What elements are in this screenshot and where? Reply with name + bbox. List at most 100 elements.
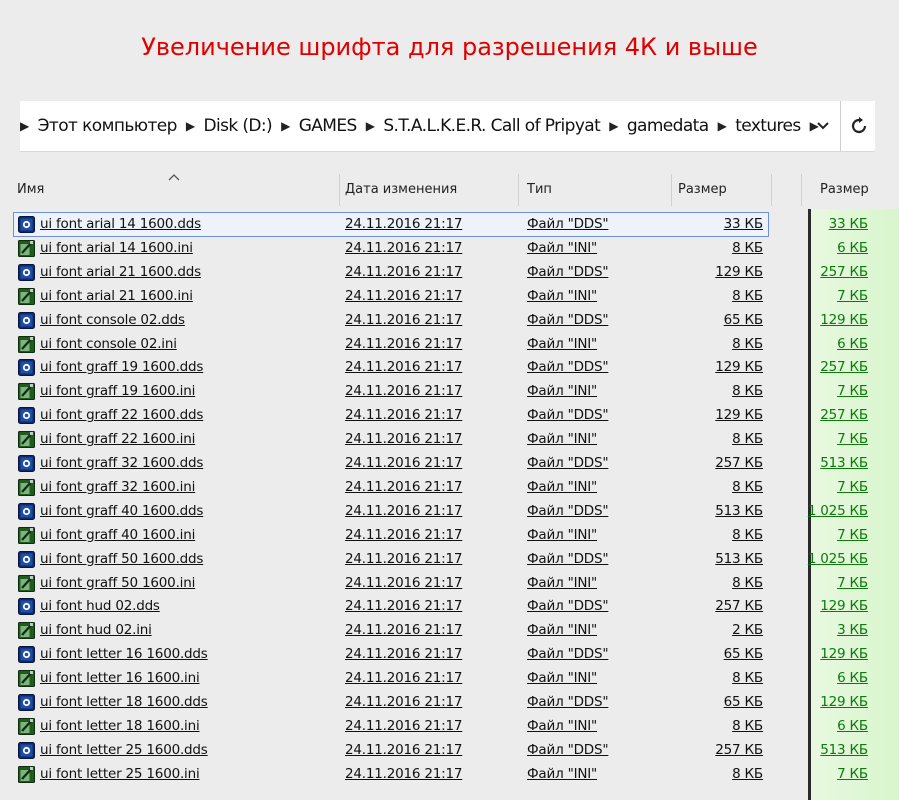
column-header-name[interactable]: Имя bbox=[17, 182, 44, 197]
chevron-down-icon[interactable] bbox=[813, 115, 833, 137]
breadcrumb-item[interactable]: gamedata bbox=[627, 116, 709, 136]
file-size-new: 33 КБ bbox=[828, 216, 869, 232]
file-size: 129 КБ bbox=[715, 359, 763, 376]
file-date: 24.11.2016 21:17 bbox=[345, 694, 463, 710]
file-row[interactable]: ui font graff 22 1600.ini 24.11.2016 21:1… bbox=[0, 428, 899, 452]
file-name[interactable]: ui font console 02.ini bbox=[40, 336, 177, 352]
file-row[interactable]: ui font hud 02.ini 24.11.2016 21:17 Файл "… bbox=[0, 619, 899, 643]
file-row[interactable]: ui font arial 14 1600.ini 24.11.2016 21:1… bbox=[0, 237, 899, 261]
file-name[interactable]: ui font graff 50 1600.dds bbox=[40, 551, 203, 567]
file-row[interactable]: ui font graff 19 1600.ini 24.11.2016 21:1… bbox=[0, 380, 899, 404]
address-bar[interactable]: ▶ Этот компьютер ▶ Disk (D:) ▶ GAMES ▶ S.T.A.L.… bbox=[20, 101, 875, 152]
file-size-new: 7 КБ bbox=[837, 431, 868, 448]
file-name[interactable]: ui font graff 40 1600.dds bbox=[40, 503, 203, 519]
file-name[interactable]: ui font letter 25 1600.ini bbox=[40, 766, 200, 782]
column-divider[interactable] bbox=[518, 174, 519, 206]
chevron-right-icon[interactable]: ▶ bbox=[609, 119, 618, 133]
file-row[interactable]: ui font letter 18 1600.dds 24.11.2016 21:… bbox=[0, 691, 899, 715]
file-name[interactable]: ui font arial 21 1600.ini bbox=[40, 288, 193, 304]
file-name[interactable]: ui font graff 50 1600.ini bbox=[40, 575, 195, 591]
chevron-right-icon[interactable]: ▶ bbox=[186, 119, 195, 133]
chevron-right-icon[interactable]: ▶ bbox=[366, 119, 375, 133]
file-size-new: 513 КБ bbox=[820, 455, 868, 471]
file-row[interactable]: ui font graff 32 1600.ini 24.11.2016 21:1… bbox=[0, 476, 899, 500]
breadcrumb: ▶ Этот компьютер ▶ Disk (D:) ▶ GAMES ▶ S.T.A.L.… bbox=[20, 101, 828, 151]
file-row[interactable]: ui font graff 22 1600.dds 24.11.2016 21:1… bbox=[0, 404, 899, 428]
address-divider bbox=[840, 101, 841, 151]
breadcrumb-item[interactable]: S.T.A.L.K.E.R. Call of Pripyat bbox=[383, 116, 600, 136]
file-name[interactable]: ui font graff 19 1600.dds bbox=[40, 359, 203, 375]
column-header-size[interactable]: Размер bbox=[678, 182, 727, 197]
file-row[interactable]: ui font graff 40 1600.dds 24.11.2016 21:1… bbox=[0, 500, 899, 524]
file-name[interactable]: ui font graff 40 1600.ini bbox=[40, 527, 195, 543]
file-name[interactable]: ui font letter 18 1600.dds bbox=[40, 694, 208, 710]
file-date: 24.11.2016 21:17 bbox=[345, 526, 463, 543]
file-row[interactable]: ui font letter 16 1600.dds 24.11.2016 21:… bbox=[0, 643, 899, 667]
file-name[interactable]: ui font letter 18 1600.ini bbox=[40, 718, 200, 734]
column-header-date[interactable]: Дата изменения bbox=[345, 182, 457, 197]
file-size-new: 6 КБ bbox=[837, 335, 868, 352]
file-size: 513 КБ bbox=[715, 550, 763, 567]
file-date: 24.11.2016 21:17 bbox=[345, 431, 463, 448]
file-row[interactable]: ui font graff 19 1600.dds 24.11.2016 21:1… bbox=[0, 356, 899, 380]
file-date: 24.11.2016 21:17 bbox=[345, 550, 463, 567]
chevron-right-icon[interactable]: ▶ bbox=[281, 119, 290, 133]
breadcrumb-item[interactable]: Disk (D:) bbox=[203, 116, 272, 136]
file-name[interactable]: ui font graff 19 1600.ini bbox=[40, 383, 195, 399]
file-row[interactable]: ui font letter 18 1600.ini 24.11.2016 21:… bbox=[0, 715, 899, 739]
file-name[interactable]: ui font letter 25 1600.dds bbox=[40, 742, 208, 758]
file-name[interactable]: ui font arial 14 1600.ini bbox=[40, 240, 193, 256]
file-name[interactable]: ui font letter 16 1600.dds bbox=[40, 646, 208, 662]
file-type: Файл "INI" bbox=[527, 383, 598, 400]
file-row[interactable]: ui font hud 02.dds 24.11.2016 21:17 Файл "… bbox=[0, 595, 899, 619]
column-divider[interactable] bbox=[339, 174, 340, 206]
file-name[interactable]: ui font arial 14 1600.dds bbox=[40, 216, 201, 232]
file-date: 24.11.2016 21:17 bbox=[345, 407, 463, 424]
file-row[interactable]: ui font graff 50 1600.dds 24.11.2016 21:1… bbox=[0, 548, 899, 572]
file-date: 24.11.2016 21:17 bbox=[345, 765, 463, 782]
file-row[interactable]: ui font graff 50 1600.ini 24.11.2016 21:1… bbox=[0, 572, 899, 596]
file-type: Файл "DDS" bbox=[527, 502, 609, 519]
file-name[interactable]: ui font graff 32 1600.ini bbox=[40, 479, 195, 495]
chevron-right-icon[interactable]: ▶ bbox=[718, 119, 727, 133]
file-row[interactable]: ui font graff 40 1600.ini 24.11.2016 21:1… bbox=[0, 524, 899, 548]
file-date: 24.11.2016 21:17 bbox=[345, 478, 463, 495]
file-row[interactable]: ui font arial 21 1600.dds 24.11.2016 21:1… bbox=[0, 261, 899, 285]
file-size-new: 6 КБ bbox=[837, 239, 868, 256]
column-divider[interactable] bbox=[771, 174, 772, 206]
file-name[interactable]: ui font hud 02.dds bbox=[40, 598, 160, 614]
file-row[interactable]: ui font letter 16 1600.ini 24.11.2016 21:… bbox=[0, 667, 899, 691]
file-type: Файл "INI" bbox=[527, 335, 598, 352]
breadcrumb-item[interactable]: textures bbox=[735, 116, 801, 136]
file-name[interactable]: ui font graff 22 1600.ini bbox=[40, 431, 195, 447]
file-type: Файл "DDS" bbox=[527, 263, 609, 280]
file-size-new: 3 КБ bbox=[837, 622, 868, 639]
column-header-type[interactable]: Тип bbox=[527, 182, 552, 197]
file-date: 24.11.2016 21:17 bbox=[345, 717, 463, 734]
file-size: 8 КБ bbox=[732, 431, 763, 448]
column-divider[interactable] bbox=[671, 174, 672, 206]
file-date: 24.11.2016 21:17 bbox=[345, 239, 463, 256]
file-name[interactable]: ui font arial 21 1600.dds bbox=[40, 264, 201, 280]
file-size-new: 7 КБ bbox=[837, 287, 868, 304]
file-row[interactable]: ui font console 02.ini 24.11.2016 21:17 Фа… bbox=[0, 333, 899, 357]
breadcrumb-item[interactable]: GAMES bbox=[299, 116, 358, 136]
file-row[interactable]: ui font arial 21 1600.ini 24.11.2016 21:1… bbox=[0, 285, 899, 309]
file-type: Файл "DDS" bbox=[527, 311, 609, 328]
file-type: Файл "INI" bbox=[527, 431, 598, 448]
file-row[interactable]: ui font arial 14 1600.dds 24.11.2016 21:1… bbox=[0, 213, 899, 237]
file-name[interactable]: ui font graff 22 1600.dds bbox=[40, 407, 203, 423]
file-name[interactable]: ui font graff 32 1600.dds bbox=[40, 455, 203, 471]
chevron-right-icon[interactable]: ▶ bbox=[20, 119, 29, 133]
file-row[interactable]: ui font letter 25 1600.dds 24.11.2016 21:… bbox=[0, 739, 899, 763]
breadcrumb-item[interactable]: Этот компьютер bbox=[38, 116, 178, 136]
file-type: Файл "INI" bbox=[527, 526, 598, 543]
file-name[interactable]: ui font console 02.dds bbox=[40, 312, 185, 328]
file-row[interactable]: ui font graff 32 1600.dds 24.11.2016 21:1… bbox=[0, 452, 899, 476]
file-size: 8 КБ bbox=[732, 670, 763, 687]
refresh-button[interactable] bbox=[842, 101, 875, 151]
file-name[interactable]: ui font letter 16 1600.ini bbox=[40, 670, 200, 686]
file-row[interactable]: ui font console 02.dds 24.11.2016 21:17 Фа… bbox=[0, 309, 899, 333]
file-row[interactable]: ui font letter 25 1600.ini 24.11.2016 21:… bbox=[0, 763, 899, 787]
file-name[interactable]: ui font hud 02.ini bbox=[40, 622, 152, 638]
